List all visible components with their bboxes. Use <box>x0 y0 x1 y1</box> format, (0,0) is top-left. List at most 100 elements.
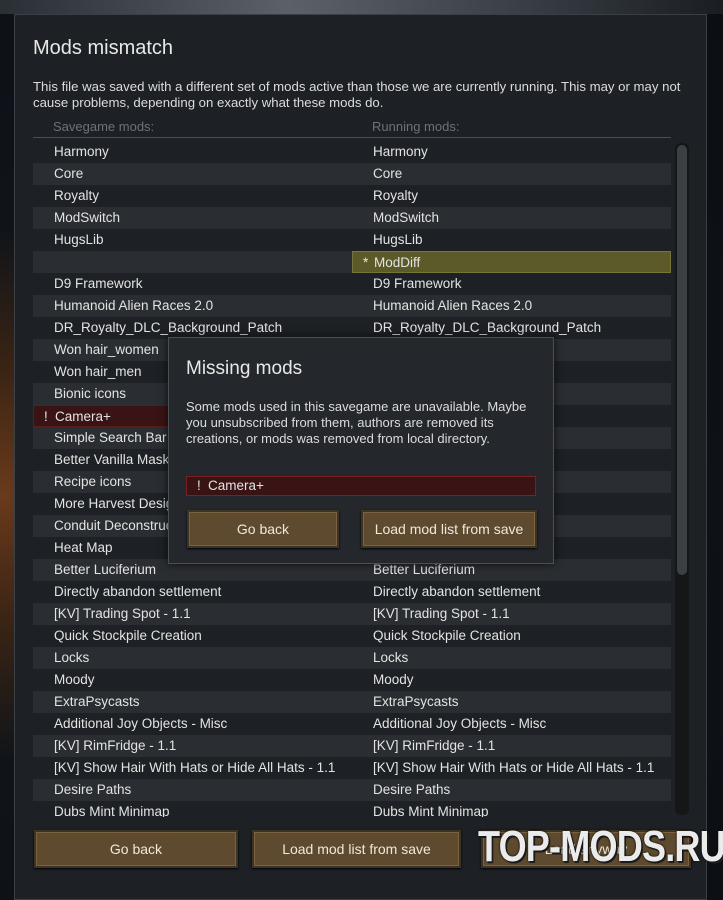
mod-name: [KV] Trading Spot - 1.1 <box>373 606 510 621</box>
mod-name: HugsLib <box>54 232 104 247</box>
extra-mark: * <box>363 255 369 270</box>
running-mod-cell: DR_Royalty_DLC_Background_Patch <box>352 317 671 339</box>
modal-go-back-button[interactable]: Go back <box>187 510 339 548</box>
running-mod-cell: [KV] Trading Spot - 1.1 <box>352 603 671 625</box>
running-mods-header: Running mods: <box>372 119 460 134</box>
mod-name: ModDiff <box>374 255 421 270</box>
table-row: [KV] RimFridge - 1.1 [KV] RimFridge - 1.1 <box>33 735 671 757</box>
mod-name: Royalty <box>54 188 100 203</box>
mod-name: Moody <box>54 672 95 687</box>
modal-load-mod-list-button[interactable]: Load mod list from save <box>361 510 537 548</box>
running-mod-cell: Desire Paths <box>352 779 671 801</box>
mod-name: HugsLib <box>373 232 423 247</box>
table-row: [KV] Show Hair With Hats or Hide All Hat… <box>33 757 671 779</box>
running-mod-cell: Dubs Mint Minimap <box>352 801 671 817</box>
running-mod-cell: Humanoid Alien Races 2.0 <box>352 295 671 317</box>
scrollbar-thumb[interactable] <box>677 145 687 575</box>
savegame-mod-cell: Core <box>33 163 352 185</box>
savegame-mod-cell: Additional Joy Objects - Misc <box>33 713 352 735</box>
mod-name: Royalty <box>373 188 419 203</box>
mod-name: Dubs Mint Minimap <box>54 804 170 817</box>
mod-name: ExtraPsycasts <box>54 694 140 709</box>
mod-name: Harmony <box>54 144 109 159</box>
running-mod-cell: Additional Joy Objects - Misc <box>352 713 671 735</box>
savegame-mod-cell: Locks <box>33 647 352 669</box>
mod-name: Humanoid Alien Races 2.0 <box>373 298 533 313</box>
mod-name: Better Luciferium <box>54 562 157 577</box>
running-mod-cell: Locks <box>352 647 671 669</box>
list-scrollbar[interactable] <box>675 143 689 815</box>
mod-name: Recipe icons <box>54 474 132 489</box>
modal-title: Missing mods <box>186 358 303 379</box>
table-row: ModSwitch ModSwitch <box>33 207 671 229</box>
mod-name: D9 Framework <box>54 276 143 291</box>
running-mod-cell: * ModDiff <box>352 251 671 273</box>
go-back-button[interactable]: Go back <box>34 830 238 868</box>
mod-name: Won hair_women <box>54 342 159 357</box>
mod-name: Quick Stockpile Creation <box>54 628 202 643</box>
table-row: Moody Moody <box>33 669 671 691</box>
mod-name: ModSwitch <box>373 210 440 225</box>
missing-mod-item: ! Camera+ <box>186 476 536 496</box>
modal-description: Some mods used in this savegame are unav… <box>186 399 527 446</box>
table-row: * ModDiff <box>33 251 671 273</box>
savegame-mod-cell: [KV] Show Hair With Hats or Hide All Hat… <box>33 757 352 779</box>
table-row: Dubs Mint Minimap Dubs Mint Minimap <box>33 801 671 817</box>
mod-name: Camera+ <box>55 409 111 424</box>
savegame-mod-cell: [KV] Trading Spot - 1.1 <box>33 603 352 625</box>
savegame-mod-cell: Humanoid Alien Races 2.0 <box>33 295 352 317</box>
mod-name: Core <box>373 166 403 181</box>
table-row: Humanoid Alien Races 2.0 Humanoid Alien R… <box>33 295 671 317</box>
savegame-mod-cell: [KV] RimFridge - 1.1 <box>33 735 352 757</box>
running-mod-cell: Quick Stockpile Creation <box>352 625 671 647</box>
savegame-mod-cell: Harmony <box>33 141 352 163</box>
mod-name: [KV] Show Hair With Hats or Hide All Hat… <box>54 760 336 775</box>
mod-name: DR_Royalty_DLC_Background_Patch <box>54 320 283 335</box>
mod-name: DR_Royalty_DLC_Background_Patch <box>373 320 602 335</box>
savegame-mod-cell: DR_Royalty_DLC_Background_Patch <box>33 317 352 339</box>
header-divider <box>33 137 671 138</box>
mod-name: [KV] RimFridge - 1.1 <box>373 738 496 753</box>
mod-name: Heat Map <box>54 540 113 555</box>
savegame-mod-cell: Quick Stockpile Creation <box>33 625 352 647</box>
table-row: DR_Royalty_DLC_Background_Patch DR_Royalt… <box>33 317 671 339</box>
mod-name: ModSwitch <box>54 210 121 225</box>
mod-name: Dubs Mint Minimap <box>373 804 489 817</box>
missing-mark: ! <box>197 478 201 493</box>
table-row: Additional Joy Objects - Misc Additional … <box>33 713 671 735</box>
savegame-mod-cell: Moody <box>33 669 352 691</box>
running-mod-cell: [KV] Show Hair With Hats or Hide All Hat… <box>352 757 671 779</box>
running-mod-cell: ExtraPsycasts <box>352 691 671 713</box>
running-mod-cell: D9 Framework <box>352 273 671 295</box>
running-mod-cell: ModSwitch <box>352 207 671 229</box>
mod-name: Won hair_men <box>54 364 142 379</box>
running-mod-cell: Harmony <box>352 141 671 163</box>
running-mod-cell: Moody <box>352 669 671 691</box>
table-row: Royalty Royalty <box>33 185 671 207</box>
mod-name: Simple Search Bar <box>54 430 167 445</box>
mod-name: Directly abandon settlement <box>54 584 222 599</box>
savegame-mod-cell <box>33 251 352 273</box>
mod-name: [KV] Show Hair With Hats or Hide All Hat… <box>373 760 655 775</box>
table-row: Core Core <box>33 163 671 185</box>
load-mod-list-button[interactable]: Load mod list from save <box>252 830 461 868</box>
mod-name: Directly abandon settlement <box>373 584 541 599</box>
savegame-mod-cell: ExtraPsycasts <box>33 691 352 713</box>
mod-name: Additional Joy Objects - Misc <box>373 716 547 731</box>
mod-name: Harmony <box>373 144 428 159</box>
mod-name: Desire Paths <box>373 782 451 797</box>
savegame-mod-cell: Directly abandon settlement <box>33 581 352 603</box>
table-row: Directly abandon settlement Directly aban… <box>33 581 671 603</box>
mod-name: Conduit Deconstruct <box>54 518 177 533</box>
mod-name: Core <box>54 166 84 181</box>
mod-name: Locks <box>373 650 409 665</box>
running-mod-cell: Directly abandon settlement <box>352 581 671 603</box>
table-row: HugsLib HugsLib <box>33 229 671 251</box>
table-row: Desire Paths Desire Paths <box>33 779 671 801</box>
missing-mods-modal: Missing mods Some mods used in this save… <box>168 337 554 564</box>
watermark-logo: TOP-MODS.RU <box>478 822 723 871</box>
mod-name: [KV] Trading Spot - 1.1 <box>54 606 191 621</box>
savegame-mod-cell: HugsLib <box>33 229 352 251</box>
mod-name: [KV] RimFridge - 1.1 <box>54 738 177 753</box>
mod-name: Moody <box>373 672 414 687</box>
